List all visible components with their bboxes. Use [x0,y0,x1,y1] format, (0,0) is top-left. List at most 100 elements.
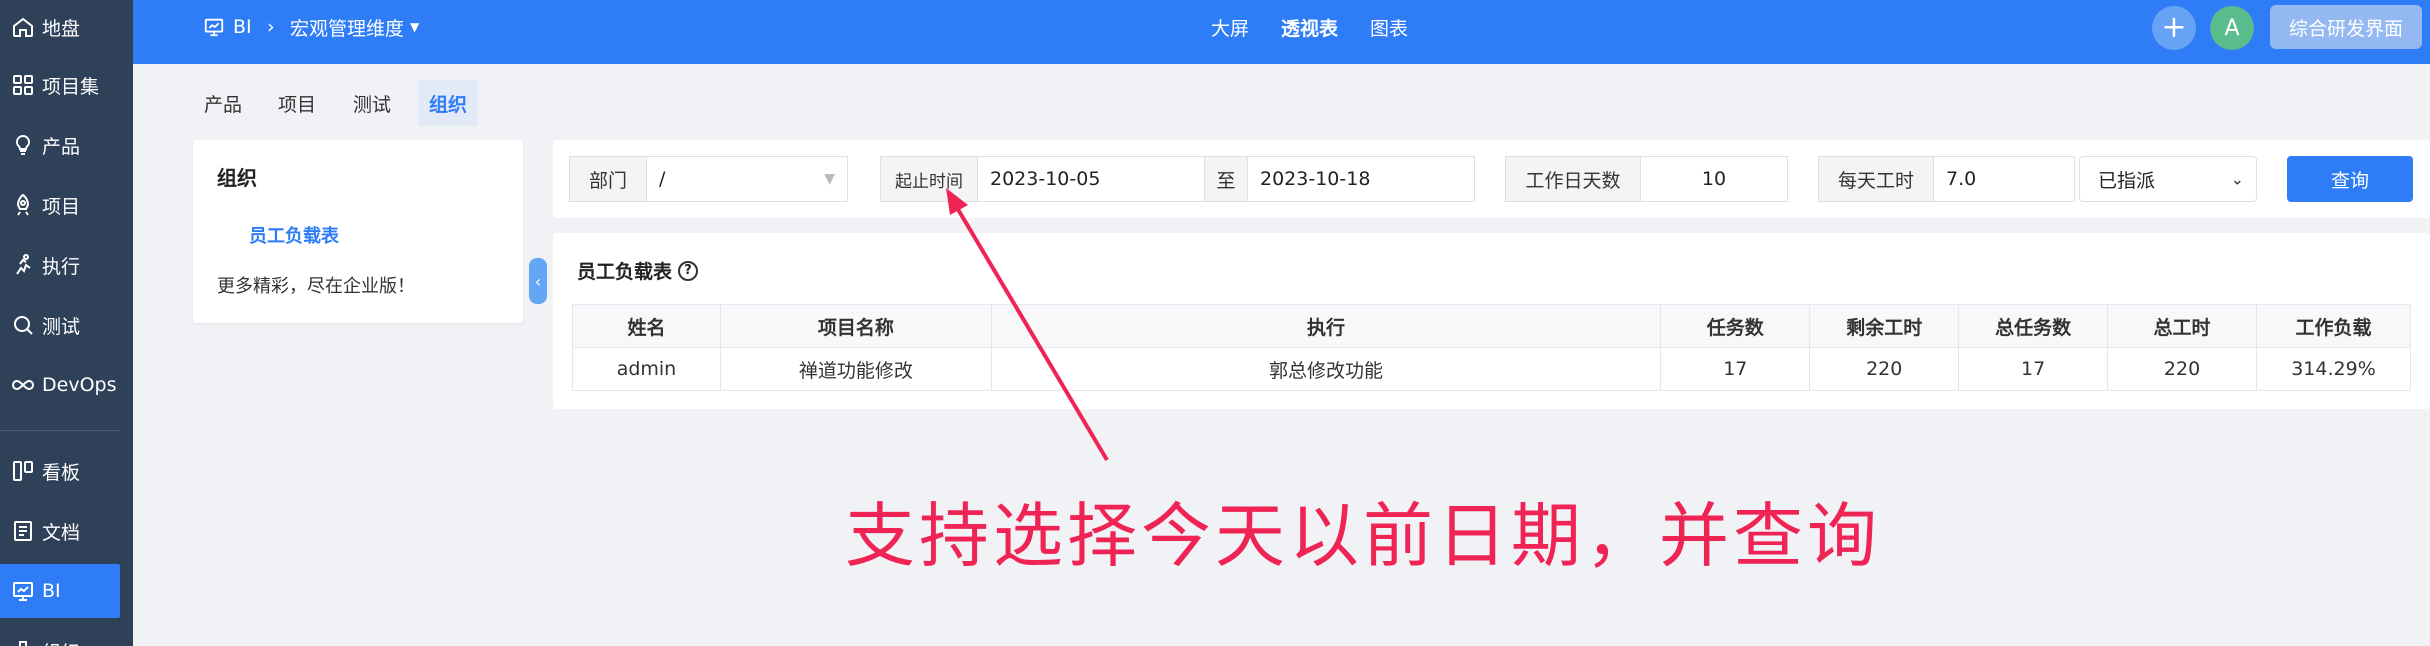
sidebar-item-devops[interactable]: DevOps [0,358,133,412]
sidebar-item-kanban[interactable]: 看板 [0,444,133,498]
chevron-down-icon: ⌄ [2230,169,2244,189]
subtab-project[interactable]: 项目 [267,80,327,126]
sidebar-item-bi[interactable]: BI [0,564,120,618]
annotation-text: 支持选择今天以前日期，并查询 [845,495,1881,577]
tab-bigscreen[interactable]: 大屏 [1211,0,1249,54]
tab-label: 大屏 [1211,17,1250,40]
monitor-icon [203,16,225,38]
end-date-value: 2023-10-18 [1260,168,1371,190]
table-cell: 17 [1660,347,1811,391]
sidebar-item-org[interactable]: 组织 [0,624,133,646]
infinity-icon [8,371,38,399]
dept-select[interactable]: / ▼ [646,156,848,202]
tab-label: 透视表 [1281,17,1339,40]
table-header-row: 姓名 项目名称 执行 任务数 剩余工时 总任务数 总工时 工作负载 [572,304,2412,348]
home-icon [8,13,38,41]
table-cell: 314.29% [2255,347,2412,391]
sidebar-item-test[interactable]: 测试 [0,298,133,352]
workspace-switch-button[interactable]: 综合研发界面 [2270,5,2422,49]
tab-label: 图表 [1370,17,1409,40]
sidebar-item-label: 项目集 [42,75,100,98]
dept-label: 部门 [569,156,647,202]
subtab-product[interactable]: 产品 [193,80,253,126]
help-icon[interactable]: ? [678,260,699,281]
sidebar-item-label: DevOps [42,374,117,396]
column-header: 工作负载 [2255,304,2412,348]
table-cell: admin [572,347,721,391]
sidebar-item-label: 产品 [42,135,81,158]
sidebar-item-label: 项目 [42,195,81,218]
sidebar-item-doc[interactable]: 文档 [0,504,133,558]
column-header: 项目名称 [719,304,992,348]
column-header: 总任务数 [1958,304,2109,348]
chevron-right-icon: › [267,16,275,38]
breadcrumb-dimension-label: 宏观管理维度 [290,17,405,40]
collapse-handle[interactable]: ‹ [529,258,547,304]
workdays-value: 10 [1701,168,1727,190]
plus-icon: + [2161,10,2187,45]
sidebar-divider [0,430,120,431]
breadcrumb-bi-label: BI [233,16,252,38]
sidebar-item-label: 组织 [42,638,80,646]
sidebar-item-product[interactable]: 产品 [0,118,133,172]
to-label: 至 [1204,156,1248,202]
end-date-input[interactable]: 2023-10-18 [1247,156,1475,202]
run-icon [8,251,38,279]
avatar[interactable]: A [2210,6,2254,50]
subtab-label: 产品 [203,93,242,116]
bulb-icon [8,131,38,159]
sidebar: 地盘 项目集 产品 项目 执行 测试 DevOps 看板 文档 BI 组织 [0,0,133,646]
column-header: 任务数 [1660,304,1811,348]
workdays-input[interactable]: 10 [1640,156,1788,202]
column-header: 剩余工时 [1809,304,1960,348]
start-date-input[interactable]: 2023-10-05 [977,156,1205,202]
table-cell: 17 [1958,347,2109,391]
sidebar-item-execution[interactable]: 执行 [0,238,133,292]
sidebar-item-label: 测试 [42,315,81,338]
query-button[interactable]: 查询 [2287,156,2413,202]
breadcrumb-bi[interactable]: BI [203,0,252,54]
left-panel-title: 组织 [217,166,257,190]
grid-icon [8,71,38,99]
subtab-org[interactable]: 组织 [418,80,478,126]
assign-status-select[interactable]: 已指派 ⌄ [2079,156,2257,202]
column-header: 姓名 [572,304,721,348]
start-date-value: 2023-10-05 [990,168,1101,190]
workload-table: 姓名 项目名称 执行 任务数 剩余工时 总任务数 总工时 工作负载 admin … [572,304,2412,391]
rocket-icon [8,191,38,219]
daily-hours-input[interactable]: 7.0 [1933,156,2075,202]
monitor-icon [8,577,38,605]
table-row: admin 禅道功能修改 郭总修改功能 17 220 17 220 314.29… [572,347,2412,391]
caret-down-icon: ▼ [410,20,420,34]
tab-chart[interactable]: 图表 [1370,0,1408,54]
time-range-label: 起止时间 [880,156,978,202]
left-panel-note: 更多精彩，尽在企业版！ [217,276,415,297]
tab-pivot[interactable]: 透视表 [1281,0,1338,54]
assign-status-value: 已指派 [2098,169,2156,192]
column-header: 总工时 [2107,304,2257,348]
doc-icon [8,517,38,545]
top-header: BI › 宏观管理维度 ▼ 大屏 透视表 图表 + A 综合研发界面 [133,0,2430,64]
org-icon [8,637,38,646]
sidebar-item-program[interactable]: 项目集 [0,58,133,112]
sidebar-item-label: BI [42,580,61,602]
breadcrumb-dimension[interactable]: 宏观管理维度 ▼ [290,0,419,54]
sidebar-item-label: 执行 [42,255,81,278]
search-icon [8,311,38,339]
create-button[interactable]: + [2152,6,2196,50]
sidebar-item-dashboard[interactable]: 地盘 [0,0,133,54]
sidebar-item-label: 地盘 [42,17,81,40]
sidebar-item-label: 看板 [42,461,81,484]
sidebar-item-project[interactable]: 项目 [0,178,133,232]
subtab-label: 测试 [352,93,391,116]
left-panel-item-workload[interactable]: 员工负载表 [249,222,339,248]
report-title-text: 员工负载表 [577,261,673,283]
kanban-icon [8,457,38,485]
workdays-label: 工作日天数 [1505,156,1641,202]
query-button-label: 查询 [2330,169,2369,192]
table-cell: 220 [1809,347,1960,391]
subtab-test[interactable]: 测试 [342,80,402,126]
left-panel: 组织 员工负载表 更多精彩，尽在企业版！ [193,140,523,323]
sidebar-item-label: 文档 [42,521,81,544]
column-header: 执行 [990,304,1662,348]
